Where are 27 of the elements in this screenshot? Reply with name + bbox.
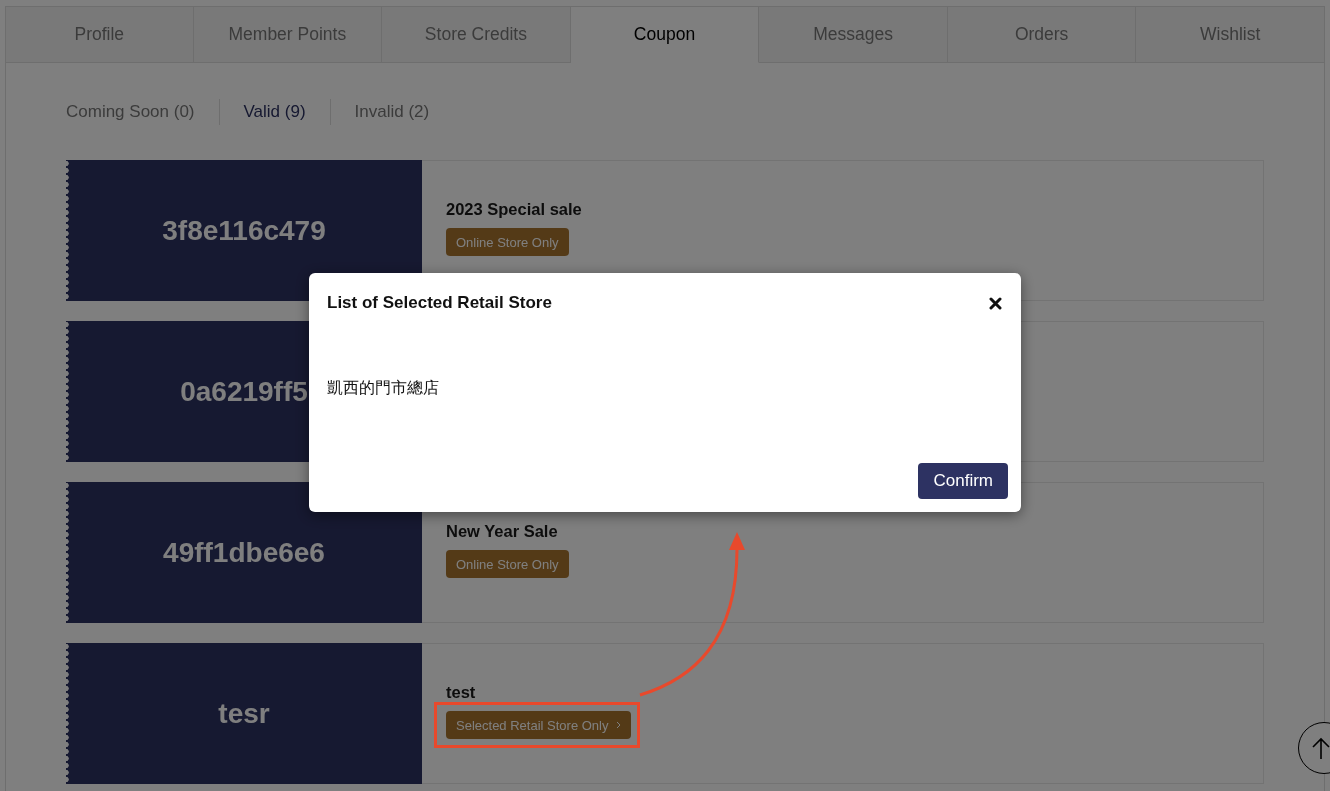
filter-tab[interactable]: Valid (9) xyxy=(218,99,330,125)
coupon-title: test xyxy=(446,683,476,702)
arrow-up-icon xyxy=(1312,737,1330,759)
close-icon xyxy=(989,296,1002,310)
coupon-code: tesr xyxy=(218,697,270,730)
filter-tab[interactable]: Coming Soon (0) xyxy=(66,99,219,125)
coupon-code: 0a6219ff5 xyxy=(180,375,308,408)
store-badge[interactable]: Selected Retail Store Only xyxy=(446,711,632,739)
tab[interactable]: Orders xyxy=(947,6,1137,63)
close-button[interactable] xyxy=(989,296,1002,310)
coupon-code: 49ff1dbe6e6 xyxy=(163,536,325,569)
tab[interactable]: Messages xyxy=(759,6,948,63)
store-badge: Online Store Only xyxy=(446,228,569,256)
coupon-title: New Year Sale xyxy=(446,522,558,541)
coupon-code: 3f8e116c479 xyxy=(162,214,326,247)
confirm-button[interactable]: Confirm xyxy=(918,463,1008,499)
tab[interactable]: Member Points xyxy=(193,6,383,63)
filter-tab[interactable]: Invalid (2) xyxy=(329,99,454,125)
dialog-title: List of Selected Retail Store xyxy=(327,293,552,313)
store-name: 凱西的門市總店 xyxy=(327,377,439,398)
store-badge: Online Store Only xyxy=(446,550,569,578)
tab[interactable]: Coupon xyxy=(570,6,760,63)
tab[interactable]: Wishlist xyxy=(1136,6,1325,63)
tab[interactable]: Profile xyxy=(5,6,194,63)
tab[interactable]: Store Credits xyxy=(382,6,571,63)
coupon-title: 2023 Special sale xyxy=(446,200,582,219)
chevron-right-icon xyxy=(616,721,622,729)
